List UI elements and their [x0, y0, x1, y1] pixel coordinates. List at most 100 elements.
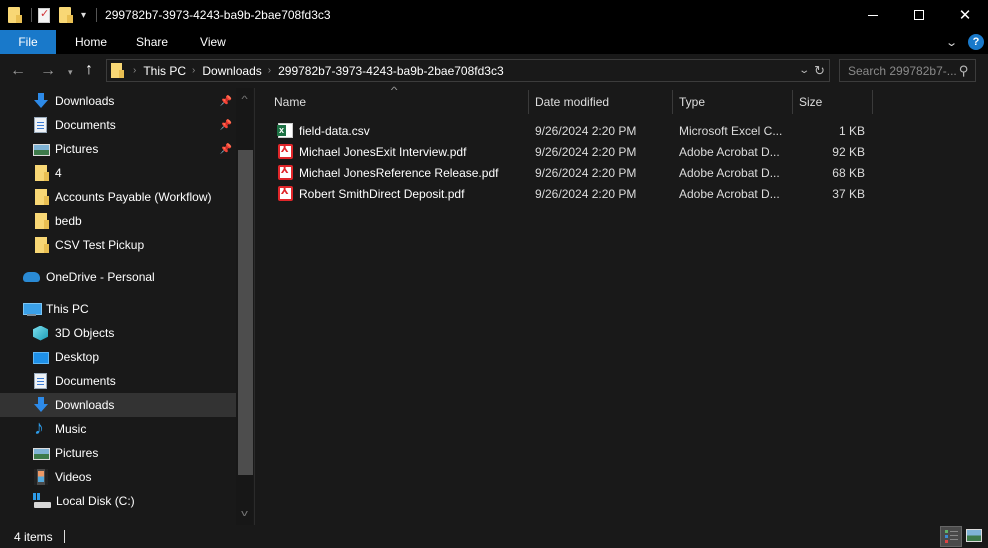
pdf-icon	[278, 144, 293, 159]
local-disk-icon	[33, 493, 51, 509]
scrollbar-thumb[interactable]	[238, 150, 253, 475]
file-name-cell: field-data.csv	[277, 120, 370, 141]
sidebar-item-quick-downloads[interactable]: Downloads 📌	[0, 89, 236, 113]
column-header-name[interactable]: Name	[274, 88, 306, 116]
file-name-cell: Michael JonesExit Interview.pdf	[278, 141, 466, 162]
toolbar-divider	[96, 8, 98, 22]
file-name-cell: Robert SmithDirect Deposit.pdf	[278, 183, 464, 204]
sidebar-item-folder-4[interactable]: 4	[0, 161, 236, 185]
search-icon[interactable]: ⚲	[959, 63, 969, 79]
column-divider[interactable]	[672, 90, 673, 114]
sidebar-item-accounts-payable[interactable]: Accounts Payable (Workflow)	[0, 185, 236, 209]
sidebar-scrollbar[interactable]: ^ v	[236, 88, 253, 525]
excel-csv-icon	[277, 123, 293, 138]
forward-button[interactable]: →	[40, 62, 56, 80]
up-button[interactable]: ↑	[85, 61, 93, 79]
sidebar-item-quick-pictures[interactable]: Pictures 📌	[0, 137, 236, 161]
sidebar-item-3d-objects[interactable]: 3D Objects	[0, 321, 236, 345]
computer-icon	[23, 302, 42, 316]
file-row[interactable]: Michael JonesReference Release.pdf 9/26/…	[271, 162, 881, 183]
pin-icon[interactable]: 📌	[220, 144, 232, 155]
maximize-button[interactable]	[896, 0, 942, 30]
details-view-button[interactable]	[940, 526, 962, 547]
pin-icon[interactable]: 📌	[220, 120, 232, 131]
download-arrow-icon	[33, 397, 49, 413]
column-header-size[interactable]: Size	[799, 88, 822, 116]
sidebar-item-label: 4	[55, 166, 62, 180]
documents-icon	[34, 373, 47, 389]
breadcrumb-separator-icon[interactable]: ›	[192, 65, 195, 76]
sidebar-item-music[interactable]: Music	[0, 417, 236, 441]
recent-locations-chevron-icon[interactable]: ▾	[68, 67, 73, 78]
column-header-type[interactable]: Type	[679, 88, 705, 116]
tab-share[interactable]: Share	[126, 30, 185, 54]
properties-icon[interactable]	[38, 7, 50, 23]
ribbon-right-controls: ⌄ ?	[945, 30, 988, 54]
customize-toolbar-dropdown-icon[interactable]: ▾	[81, 10, 86, 21]
pin-icon[interactable]: 📌	[220, 96, 232, 107]
column-divider[interactable]	[872, 90, 873, 114]
sidebar-item-this-pc[interactable]: This PC	[0, 297, 236, 321]
folder-icon	[111, 63, 124, 78]
sidebar-item-label: Pictures	[55, 446, 99, 460]
download-arrow-icon	[33, 93, 49, 109]
file-name-cell: Michael JonesReference Release.pdf	[278, 162, 498, 183]
status-divider	[63, 530, 65, 543]
help-button[interactable]: ?	[968, 34, 984, 50]
search-box[interactable]: Search 299782b7-... ⚲	[839, 59, 976, 82]
window-title: 299782b7-3973-4243-ba9b-2bae708fd3c3	[105, 8, 331, 22]
address-bar[interactable]: › This PC › Downloads › 299782b7-3973-42…	[106, 59, 830, 82]
search-input[interactable]: Search 299782b7-...	[848, 64, 959, 78]
sidebar-item-pictures[interactable]: Pictures	[0, 441, 236, 465]
sidebar-item-label: Videos	[55, 470, 92, 484]
address-history-dropdown-icon[interactable]: ⌄	[798, 65, 810, 76]
file-date: 9/26/2024 2:20 PM	[535, 186, 637, 201]
file-size: 68 KB	[832, 165, 865, 180]
tab-file[interactable]: File	[0, 30, 56, 54]
sidebar-item-videos[interactable]: Videos	[0, 465, 236, 489]
file-size: 1 KB	[838, 123, 865, 138]
sidebar-item-quick-documents[interactable]: Documents 📌	[0, 113, 236, 137]
sidebar-item-onedrive[interactable]: OneDrive - Personal	[0, 265, 236, 289]
tab-home[interactable]: Home	[56, 30, 126, 54]
file-size: 92 KB	[832, 144, 865, 159]
sidebar-item-bedb[interactable]: bedb	[0, 209, 236, 233]
large-icons-view-button[interactable]	[966, 529, 982, 542]
sidebar-item-label: Documents	[55, 374, 116, 388]
column-divider[interactable]	[792, 90, 793, 114]
tab-view[interactable]: View	[185, 30, 236, 54]
breadcrumb-current-folder[interactable]: 299782b7-3973-4243-ba9b-2bae708fd3c3	[278, 64, 504, 78]
sidebar-item-downloads[interactable]: Downloads	[0, 393, 236, 417]
file-name: Michael JonesReference Release.pdf	[299, 165, 499, 180]
sidebar-item-desktop[interactable]: Desktop	[0, 345, 236, 369]
file-row[interactable]: Robert SmithDirect Deposit.pdf 9/26/2024…	[271, 183, 881, 204]
sidebar-item-label: CSV Test Pickup	[55, 238, 145, 252]
sidebar-item-label: Music	[55, 422, 87, 436]
pdf-icon	[278, 186, 293, 201]
back-button[interactable]: ←	[10, 62, 26, 80]
sidebar-item-label: Pictures	[55, 142, 99, 156]
file-name: Michael JonesExit Interview.pdf	[299, 144, 467, 159]
minimize-button[interactable]	[850, 0, 896, 30]
new-folder-icon[interactable]	[59, 7, 73, 23]
column-divider[interactable]	[528, 90, 529, 114]
breadcrumb-downloads[interactable]: Downloads	[202, 64, 261, 78]
close-button[interactable]: ✕	[942, 0, 988, 30]
sidebar-item-csv-test-pickup[interactable]: CSV Test Pickup	[0, 233, 236, 257]
file-list: ^ Name Date modified Type Size field-dat…	[255, 85, 988, 525]
item-count: 4 items	[14, 529, 53, 544]
sidebar-item-local-disk[interactable]: Local Disk (C:)	[0, 489, 236, 513]
folder-icon	[35, 237, 49, 253]
file-date: 9/26/2024 2:20 PM	[535, 165, 637, 180]
breadcrumb-this-pc[interactable]: This PC	[143, 64, 186, 78]
refresh-icon[interactable]: ↻	[814, 63, 825, 79]
status-bar: 4 items	[0, 525, 988, 548]
column-header-date-modified[interactable]: Date modified	[535, 88, 609, 116]
breadcrumb-separator-icon[interactable]: ›	[268, 65, 271, 76]
file-row[interactable]: Michael JonesExit Interview.pdf 9/26/202…	[271, 141, 881, 162]
file-row[interactable]: field-data.csv 9/26/2024 2:20 PM Microso…	[271, 120, 881, 141]
file-type: Adobe Acrobat D...	[679, 144, 780, 159]
file-size: 37 KB	[832, 186, 865, 201]
expand-ribbon-chevron-icon[interactable]: ⌄	[945, 36, 958, 49]
sidebar-item-documents[interactable]: Documents	[0, 369, 236, 393]
